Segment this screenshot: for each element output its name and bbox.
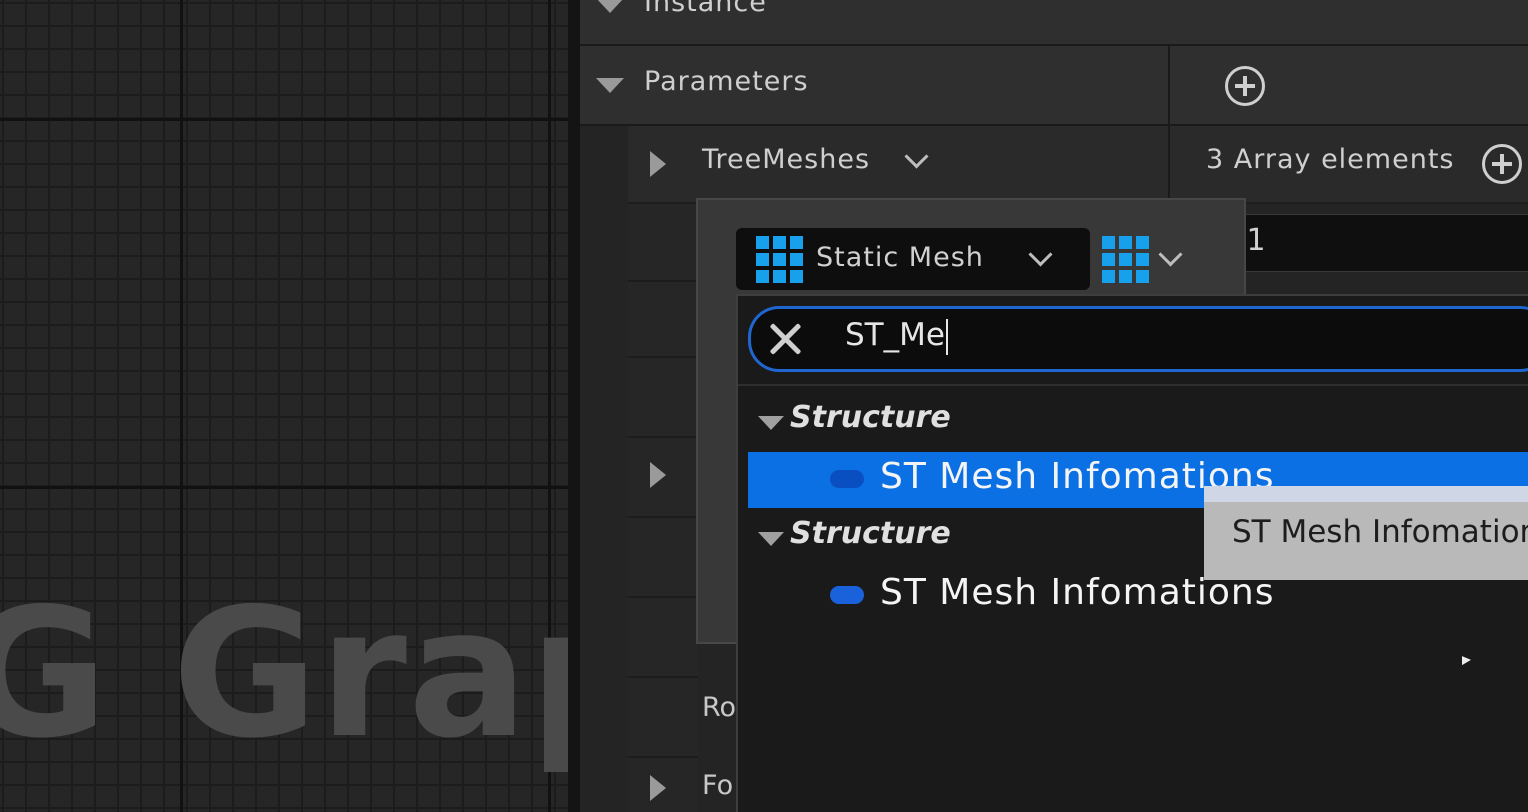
struct-pin-icon [830, 470, 864, 488]
graph-canvas[interactable]: G Graph [0, 0, 784, 812]
category-instance-label: Instance [644, 0, 767, 18]
expand-arrow-icon[interactable] [650, 775, 666, 801]
container-type-icon[interactable] [1102, 236, 1150, 284]
array-elements-count: 3 Array elements [1206, 144, 1455, 175]
static-mesh-type-icon [756, 236, 804, 284]
add-array-element-icon[interactable] [1482, 144, 1522, 184]
struct-pin-icon [830, 586, 864, 604]
row-divider [628, 676, 698, 678]
category-instance[interactable]: Instance [580, 0, 1528, 46]
expand-arrow-icon[interactable] [650, 462, 666, 488]
property-tree-indent [628, 204, 698, 812]
row-divider [628, 280, 698, 282]
value-input[interactable]: .1 [1237, 214, 1528, 272]
property-label-clipped: Fo [702, 770, 734, 801]
category-parameters[interactable]: Parameters [580, 46, 1528, 126]
row-divider [628, 516, 698, 518]
row-divider [628, 596, 698, 598]
search-input-text: ST_Me [845, 317, 948, 355]
pin-type-label: Static Mesh [816, 242, 984, 273]
collapse-arrow-icon[interactable] [596, 0, 624, 13]
chevron-down-icon[interactable] [904, 144, 929, 169]
add-parameter-icon[interactable] [1225, 66, 1265, 106]
group-header-structure[interactable]: Structure [750, 516, 951, 551]
chevron-down-icon[interactable] [1028, 242, 1053, 267]
item-tooltip: ST Mesh Infomations [1204, 486, 1528, 580]
clear-search-icon[interactable] [765, 319, 805, 359]
group-header-structure[interactable]: Structure [750, 400, 951, 435]
tooltip-text: ST Mesh Infomations [1232, 514, 1528, 550]
tooltip-highlight [1204, 486, 1528, 502]
row-divider [628, 356, 698, 358]
row-divider [628, 436, 698, 438]
row-divider [628, 756, 698, 758]
category-parameters-label: Parameters [644, 66, 809, 97]
search-divider [738, 384, 1528, 386]
property-row-treemeshes[interactable]: TreeMeshes 3 Array elements [628, 126, 1528, 204]
treemeshes-label: TreeMeshes [702, 144, 871, 175]
property-label-clipped: Ro [702, 692, 737, 723]
panel-splitter[interactable] [568, 0, 580, 812]
expand-arrow-icon[interactable] [650, 151, 666, 177]
search-input[interactable]: ST_Me [748, 306, 1528, 372]
collapse-arrow-icon[interactable] [596, 78, 624, 93]
pin-type-combo[interactable]: Static Mesh [736, 228, 1090, 290]
column-divider[interactable] [1168, 46, 1170, 206]
details-panel: Instance Parameters TreeMeshes 3 Array e… [580, 0, 1528, 812]
